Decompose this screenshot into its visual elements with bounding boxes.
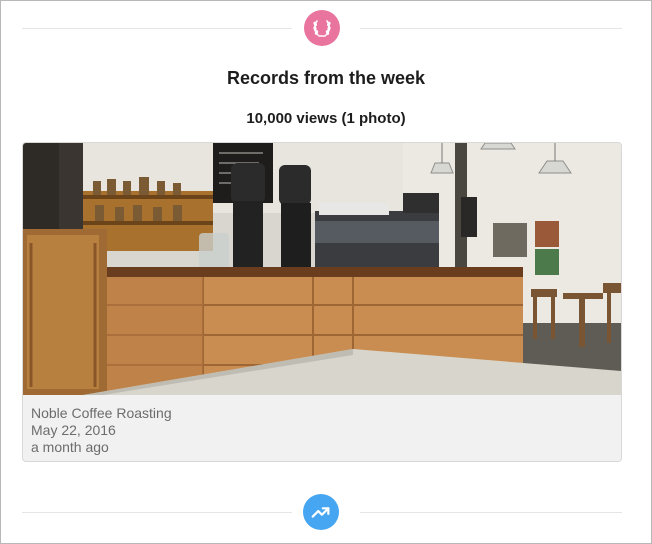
photo-card[interactable]: Noble Coffee Roasting May 22, 2016 a mon…	[22, 142, 622, 462]
frame-top-edge	[0, 0, 652, 1]
laurel-wreath-icon	[304, 10, 340, 46]
relative-time: a month ago	[31, 439, 109, 455]
views-summary: 10,000 views (1 photo)	[246, 110, 406, 127]
section-title: Records from the week	[226, 68, 426, 88]
coffee-shop-photo[interactable]	[23, 143, 621, 395]
trending-up-icon	[303, 494, 339, 530]
place-name: Noble Coffee Roasting	[31, 405, 172, 421]
photo-caption: Noble Coffee Roasting May 22, 2016 a mon…	[31, 405, 172, 456]
photo-date: May 22, 2016	[31, 422, 116, 438]
